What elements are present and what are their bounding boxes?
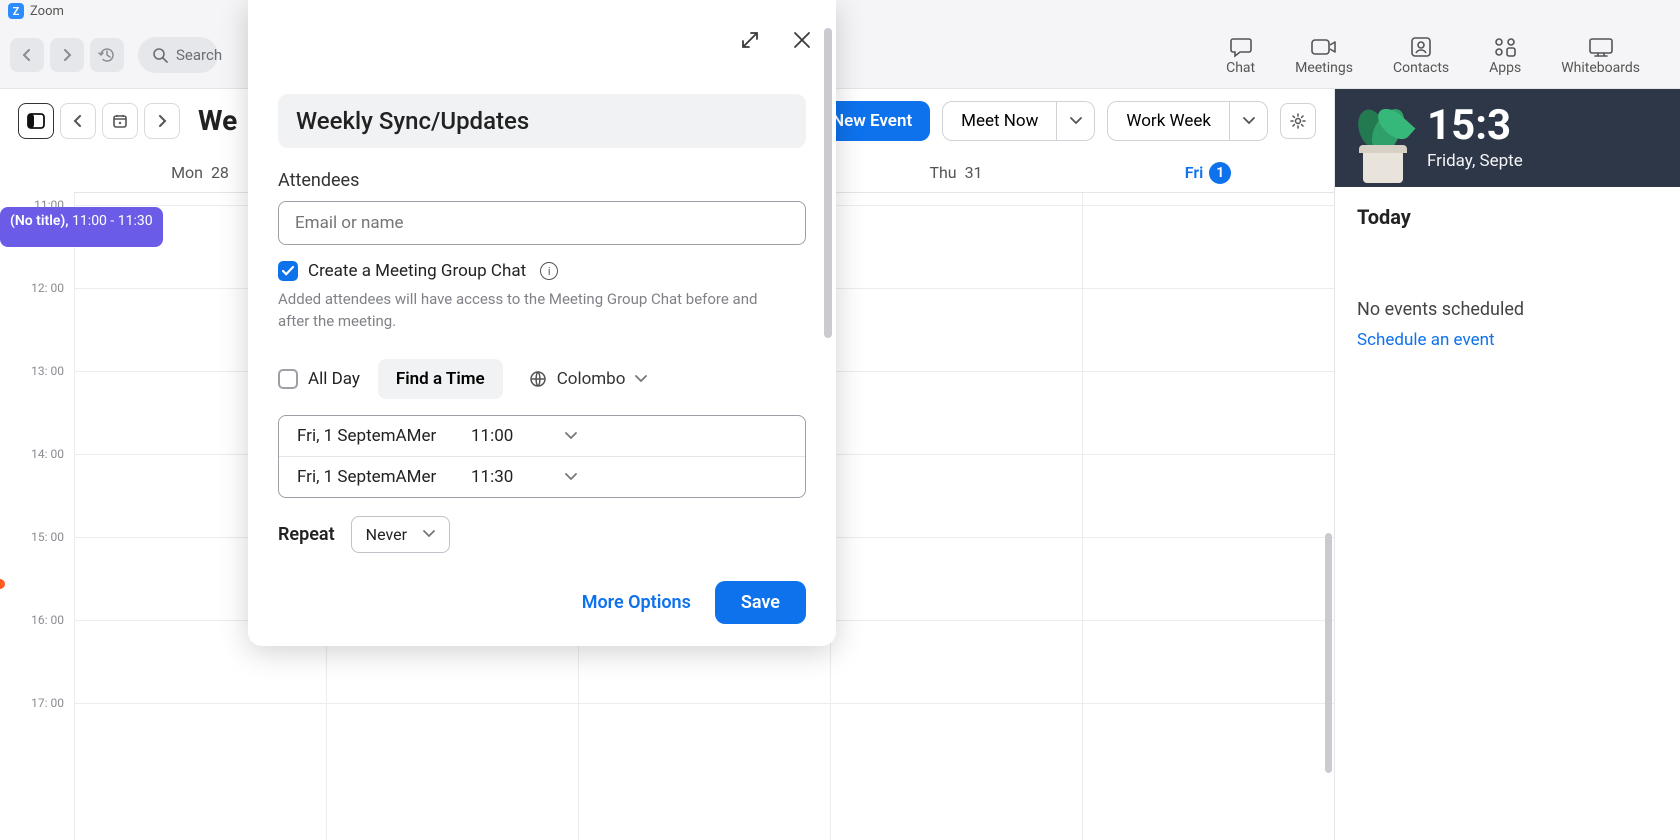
- new-event-modal: Attendees Create a Meeting Group Chat i …: [248, 0, 836, 646]
- chevron-left-icon: [21, 49, 33, 61]
- today-section: Today No events scheduled Schedule an ev…: [1335, 187, 1680, 368]
- view-split: Work Week: [1107, 101, 1268, 141]
- chevron-down-icon: [565, 473, 577, 481]
- side-panel: 15:3 Friday, Septe Today No events sched…: [1335, 89, 1680, 840]
- start-datetime-row[interactable]: Fri, 1 SeptemAMer 11:00: [279, 416, 805, 456]
- timezone-selector[interactable]: Colombo: [529, 369, 648, 389]
- top-nav-tabs: Chat Meetings Contacts Apps Whiteboards: [1226, 34, 1670, 76]
- view-mode-button[interactable]: Work Week: [1107, 101, 1230, 141]
- time-label: 16: 00: [31, 613, 64, 627]
- whiteboard-icon: [1588, 34, 1614, 60]
- no-events-text: No events scheduled: [1357, 299, 1658, 320]
- clock-time: 15:3: [1427, 105, 1523, 147]
- clock-date: Friday, Septe: [1427, 151, 1523, 171]
- clock-card: 15:3 Friday, Septe: [1335, 89, 1680, 187]
- today-button[interactable]: [102, 103, 138, 139]
- panel-icon: [27, 113, 45, 129]
- chevron-right-icon: [157, 115, 167, 127]
- app-name: Zoom: [30, 4, 64, 19]
- video-icon: [1311, 34, 1337, 60]
- end-datetime-row[interactable]: Fri, 1 SeptemAMer 11:30: [279, 456, 805, 497]
- save-button[interactable]: Save: [715, 581, 806, 624]
- chevron-down-icon: [1243, 117, 1255, 125]
- day-header-fri[interactable]: Fri1: [1082, 153, 1334, 193]
- check-icon: [282, 266, 294, 276]
- tab-contacts[interactable]: Contacts: [1393, 34, 1449, 76]
- today-badge: 1: [1209, 162, 1231, 184]
- grid-scrollbar[interactable]: [1325, 533, 1332, 773]
- calendar-settings-button[interactable]: [1280, 103, 1316, 139]
- view-mode-dropdown[interactable]: [1230, 101, 1268, 141]
- calendar-title: We: [198, 104, 237, 137]
- chevron-down-icon: [423, 530, 435, 538]
- chevron-right-icon: [61, 49, 73, 61]
- start-time: 11:00: [471, 426, 541, 446]
- group-chat-help: Added attendees will have access to the …: [278, 289, 778, 333]
- nav-back-button[interactable]: [10, 38, 44, 72]
- attendees-input[interactable]: [278, 201, 806, 245]
- history-icon: [98, 46, 116, 64]
- more-options-link[interactable]: More Options: [582, 592, 691, 613]
- plant-illustration: [1353, 93, 1413, 183]
- chevron-left-icon: [73, 115, 83, 127]
- today-heading: Today: [1357, 205, 1658, 229]
- start-date: Fri, 1 SeptemAMer: [297, 426, 447, 446]
- calendar-today-icon: [112, 113, 128, 129]
- globe-icon: [529, 370, 547, 388]
- end-date: Fri, 1 SeptemAMer: [297, 467, 447, 487]
- group-chat-checkbox[interactable]: [278, 261, 298, 281]
- chevron-down-icon: [635, 375, 647, 383]
- time-label: 14: 00: [31, 447, 64, 461]
- chevron-down-icon: [565, 432, 577, 440]
- toggle-sidebar-button[interactable]: [18, 103, 54, 139]
- chevron-down-icon: [1070, 117, 1082, 125]
- expand-icon: [740, 30, 760, 50]
- end-time: 11:30: [471, 467, 541, 487]
- tab-apps[interactable]: Apps: [1489, 34, 1521, 76]
- time-label: 13: 00: [31, 364, 64, 378]
- chat-icon: [1229, 34, 1253, 60]
- modal-scrollbar[interactable]: [824, 28, 832, 338]
- search-input[interactable]: Search: [138, 37, 218, 73]
- expand-modal-button[interactable]: [740, 30, 760, 50]
- schedule-event-link[interactable]: Schedule an event: [1357, 330, 1658, 350]
- tab-whiteboards[interactable]: Whiteboards: [1561, 34, 1640, 76]
- nav-history-button[interactable]: [90, 38, 124, 72]
- event-title-input[interactable]: [278, 94, 806, 148]
- tab-meetings[interactable]: Meetings: [1295, 34, 1353, 76]
- attendees-label: Attendees: [278, 170, 806, 191]
- contacts-icon: [1409, 34, 1433, 60]
- time-label: 12: 00: [31, 281, 64, 295]
- datetime-box: Fri, 1 SeptemAMer 11:00 Fri, 1 SeptemAMe…: [278, 415, 806, 498]
- time-gutter: 11:00 12: 00 13: 00 14: 00 15: 00 16: 00…: [0, 193, 74, 840]
- meet-now-dropdown[interactable]: [1057, 101, 1095, 141]
- find-a-time-button[interactable]: Find a Time: [378, 359, 503, 399]
- time-label: 17: 00: [31, 696, 64, 710]
- day-header-thu[interactable]: Thu 31: [830, 153, 1082, 193]
- gear-icon: [1289, 112, 1307, 130]
- group-chat-info-icon[interactable]: i: [540, 262, 558, 280]
- calendar-event[interactable]: (No title), 11:00 - 11:30: [0, 207, 163, 247]
- prev-week-button[interactable]: [60, 103, 96, 139]
- meet-now-button[interactable]: Meet Now: [942, 101, 1057, 141]
- close-modal-button[interactable]: [792, 30, 812, 50]
- apps-icon: [1493, 34, 1517, 60]
- nav-forward-button[interactable]: [50, 38, 84, 72]
- search-icon: [152, 47, 168, 63]
- meet-now-split: Meet Now: [942, 101, 1095, 141]
- zoom-logo-icon: Z: [8, 3, 24, 19]
- close-icon: [792, 30, 812, 50]
- timezone-label: Colombo: [557, 369, 626, 389]
- search-placeholder: Search: [176, 46, 222, 64]
- all-day-label: All Day: [308, 369, 360, 389]
- repeat-select[interactable]: Never: [351, 516, 450, 553]
- tab-chat[interactable]: Chat: [1226, 34, 1255, 76]
- repeat-label: Repeat: [278, 524, 335, 545]
- time-label: 15: 00: [31, 530, 64, 544]
- next-week-button[interactable]: [144, 103, 180, 139]
- group-chat-label: Create a Meeting Group Chat: [308, 261, 526, 281]
- all-day-checkbox[interactable]: [278, 369, 298, 389]
